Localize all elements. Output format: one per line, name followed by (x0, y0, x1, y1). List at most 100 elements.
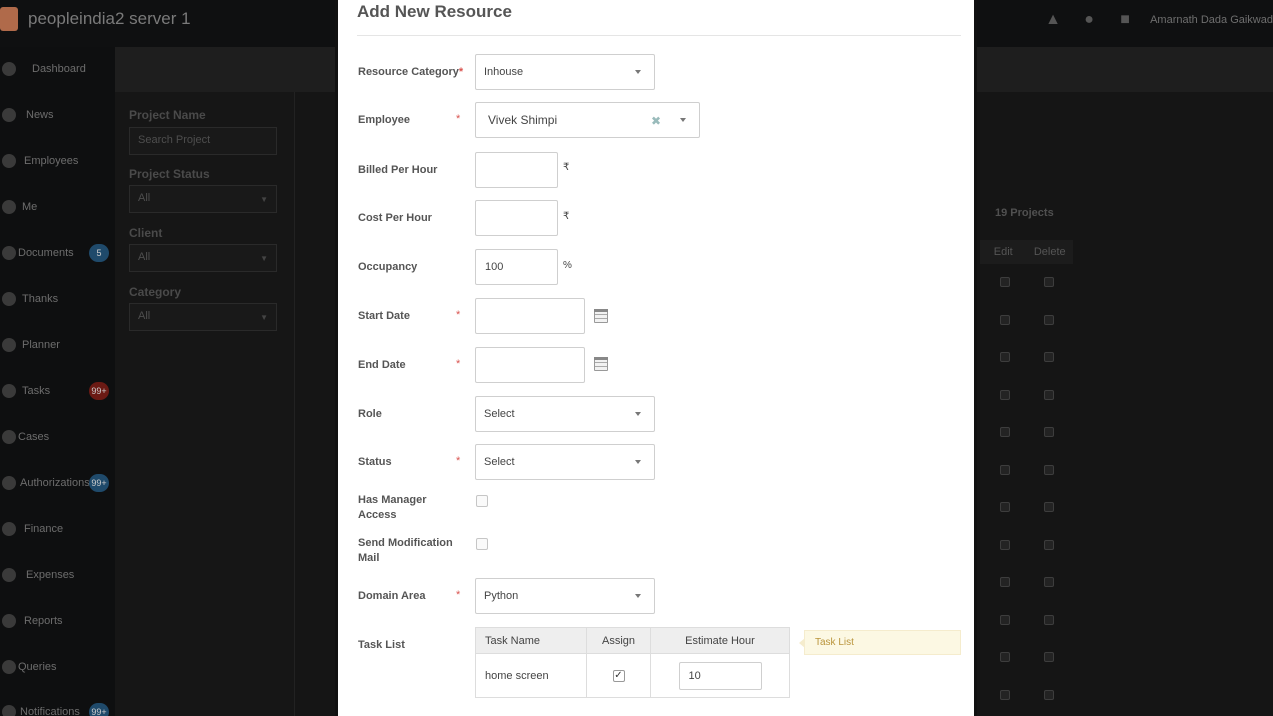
table-row: home screen ✓ 10 (475, 653, 790, 698)
planner-icon (2, 338, 16, 352)
documents-badge: 5 (89, 244, 109, 262)
delete-icon[interactable] (1044, 689, 1054, 700)
end-date-input[interactable] (475, 347, 585, 383)
edit-icon[interactable] (1000, 277, 1010, 287)
required-mark: * (456, 309, 461, 321)
occupancy-input[interactable]: 100 (475, 249, 558, 285)
start-date-input[interactable] (475, 298, 585, 334)
edit-icon[interactable] (1000, 652, 1010, 662)
start-date-label: Start Date (358, 310, 410, 322)
sidebar-item-expenses[interactable]: Expenses (0, 560, 115, 590)
assign-cell: ✓ (586, 653, 651, 698)
sidebar-item-label: Dashboard (32, 63, 86, 75)
sidebar-item-label: Finance (24, 523, 64, 535)
edit-icon[interactable] (1000, 314, 1010, 325)
resource-category-label-text: Resource Category (358, 66, 459, 78)
task-table-header-row: Task Name Assign Estimate Hour (475, 627, 790, 654)
resource-category-label: Resource Category* (358, 65, 463, 80)
sidebar-item-authorizations[interactable]: Authorizations 99+ (0, 468, 115, 498)
user-icon[interactable]: ■ (1114, 11, 1136, 29)
delete-icon[interactable] (1044, 652, 1054, 662)
delete-icon[interactable] (1044, 502, 1054, 512)
edit-icon[interactable] (1000, 352, 1010, 362)
sidebar-item-notifications[interactable]: Notifications 99+ (0, 697, 115, 716)
edit-icon[interactable] (1000, 389, 1010, 400)
sidebar-item-news[interactable]: News (0, 100, 115, 130)
user-name[interactable]: Amarnath Dada Gaikwad (1150, 14, 1273, 26)
delete-icon[interactable] (1044, 539, 1054, 550)
chevron-down-icon (635, 412, 641, 416)
delete-icon[interactable] (1044, 352, 1054, 362)
delete-icon[interactable] (1044, 389, 1054, 400)
client-value: All (138, 251, 151, 263)
sidebar-item-documents[interactable]: Documents 5 (0, 238, 115, 268)
calendar-icon[interactable] (594, 309, 608, 323)
sidebar-item-finance[interactable]: Finance (0, 514, 115, 544)
edit-icon[interactable] (1000, 539, 1010, 550)
wallet-icon (2, 568, 16, 582)
resource-category-select[interactable]: Inhouse (475, 54, 655, 90)
sidebar-item-planner[interactable]: Planner (0, 330, 115, 360)
sidebar-item-thanks[interactable]: Thanks (0, 284, 115, 314)
domain-area-value: Python (484, 590, 519, 602)
delete-icon[interactable] (1044, 577, 1054, 587)
delete-icon[interactable] (1044, 427, 1054, 437)
domain-area-label: Domain Area (358, 590, 426, 602)
clear-icon[interactable]: ✖ (651, 114, 661, 128)
cost-per-hour-input[interactable] (475, 200, 558, 236)
edit-icon[interactable] (1000, 614, 1010, 625)
rupee-unit: ₹ (563, 211, 570, 222)
sidebar-item-label: Notifications (20, 706, 80, 716)
domain-area-select[interactable]: Python (475, 578, 655, 614)
project-status-select[interactable]: All ▼ (129, 185, 277, 213)
sidebar-item-dashboard[interactable]: Dashboard (0, 54, 115, 84)
send-modification-mail-checkbox[interactable] (476, 538, 488, 550)
projects-table-header: Edit Delete (980, 240, 1073, 264)
sidebar-item-tasks[interactable]: Tasks 99+ (0, 376, 115, 406)
sidebar-item-label: Thanks (22, 293, 59, 305)
client-select[interactable]: All ▼ (129, 244, 277, 272)
estimate-hour-input[interactable]: 10 (678, 661, 762, 690)
assign-checkbox[interactable]: ✓ (612, 670, 625, 682)
client-label: Client (129, 226, 163, 240)
edit-icon[interactable] (1000, 577, 1010, 587)
employee-select[interactable]: Vivek Shimpi ✖ (475, 102, 700, 138)
role-select[interactable]: Select (475, 396, 655, 432)
task-list-table: Task Name Assign Estimate Hour home scre… (475, 627, 790, 698)
edit-icon[interactable] (1000, 464, 1010, 475)
sidebar-item-cases[interactable]: Cases (0, 422, 115, 452)
occupancy-label: Occupancy (358, 261, 418, 273)
sidebar-item-reports[interactable]: Reports (0, 606, 115, 636)
project-search-input[interactable]: Search Project (129, 127, 277, 155)
calendar-icon[interactable] (594, 357, 608, 371)
sidebar-item-me[interactable]: Me (0, 192, 115, 222)
required-mark: * (456, 113, 461, 125)
sidebar-item-queries[interactable]: Queries (0, 652, 115, 682)
resource-category-value: Inhouse (484, 66, 524, 78)
project-status-value: All (138, 192, 151, 204)
edit-icon[interactable] (1000, 427, 1010, 437)
chevron-down-icon (635, 594, 641, 598)
send-modification-mail-label-line1: Send Modification (358, 537, 453, 549)
delete-icon[interactable] (1044, 314, 1054, 325)
app-title: peopleindia2 server 1 (28, 9, 191, 28)
sidebar-item-label: News (26, 109, 54, 121)
status-label: Status (358, 456, 392, 468)
has-manager-access-checkbox[interactable] (476, 495, 488, 507)
delete-icon[interactable] (1044, 464, 1054, 475)
edit-icon[interactable] (1000, 502, 1010, 512)
megaphone-icon[interactable]: ▲ (1042, 11, 1064, 29)
delete-icon[interactable] (1044, 614, 1054, 625)
edit-icon[interactable] (1000, 689, 1010, 700)
status-select[interactable]: Select (475, 444, 655, 480)
assign-column-header: Assign (586, 627, 651, 654)
category-select[interactable]: All ▼ (129, 303, 277, 331)
sidebar-item-employees[interactable]: Employees (0, 146, 115, 176)
queries-icon (2, 660, 16, 674)
task-name-cell: home screen (475, 653, 587, 698)
billed-per-hour-input[interactable] (475, 152, 558, 188)
lightbulb-icon[interactable]: ● (1078, 11, 1100, 29)
end-date-label: End Date (358, 359, 406, 371)
chart-icon (2, 614, 16, 628)
delete-icon[interactable] (1044, 277, 1054, 287)
